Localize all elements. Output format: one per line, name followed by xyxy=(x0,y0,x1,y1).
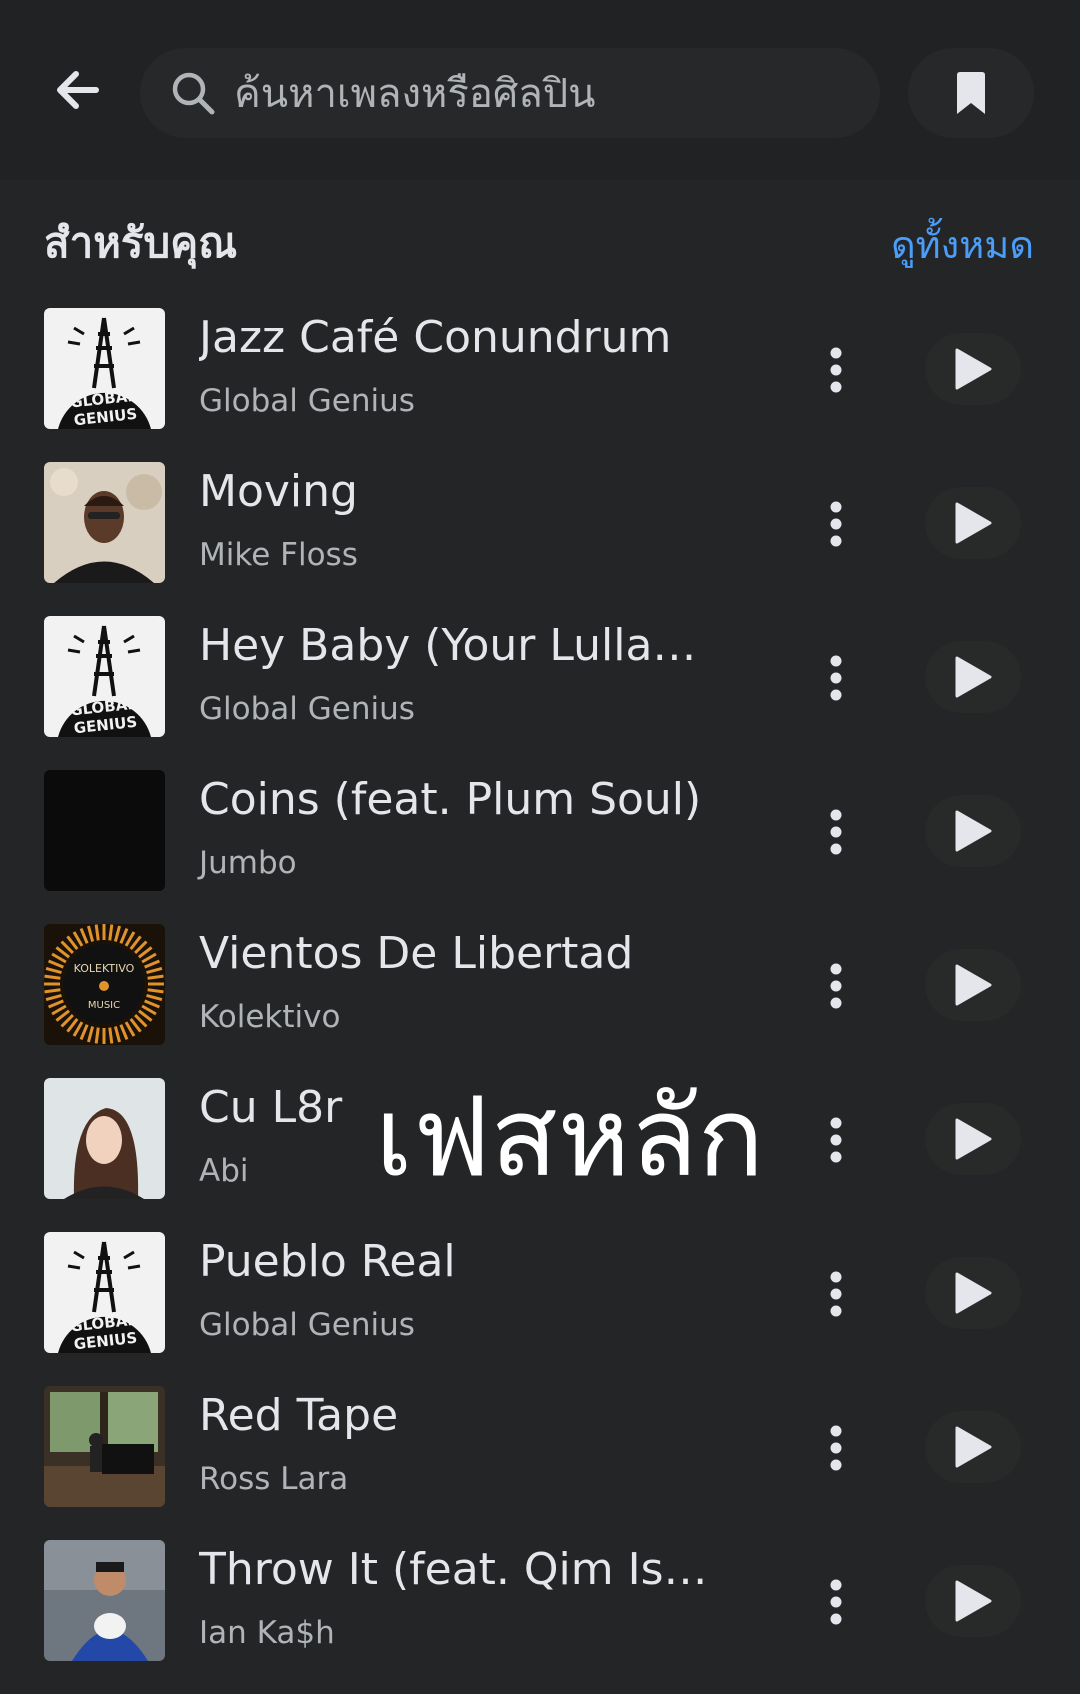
more-vertical-icon xyxy=(830,1271,842,1317)
more-vertical-icon xyxy=(830,1117,842,1163)
more-options-button[interactable] xyxy=(806,792,866,872)
song-title: Throw It (feat. Qim Isle) xyxy=(199,1544,719,1595)
song-title: Coins (feat. Plum Soul) xyxy=(199,774,702,825)
play-icon xyxy=(955,1580,992,1622)
album-art: GLOBAL GENIUS xyxy=(44,616,165,737)
album-art: KOLEKTIVO MUSIC xyxy=(44,924,165,1045)
album-art: GLOBAL GENIUS xyxy=(44,308,165,429)
search-box[interactable] xyxy=(140,48,880,138)
play-icon xyxy=(955,1118,992,1160)
more-vertical-icon xyxy=(830,501,842,547)
song-artist: Abi xyxy=(199,1153,249,1189)
see-all-link[interactable]: ดูทั้งหมด xyxy=(891,214,1034,275)
song-artist: Global Genius xyxy=(199,1307,415,1343)
play-icon xyxy=(955,348,992,390)
more-options-button[interactable] xyxy=(806,1100,866,1180)
arrow-left-icon xyxy=(57,71,99,109)
play-icon xyxy=(955,1426,992,1468)
more-options-button[interactable] xyxy=(806,1254,866,1334)
play-button[interactable] xyxy=(925,487,1021,559)
album-art xyxy=(44,1386,165,1507)
overlay-caption: เฟสหลัก xyxy=(375,1073,765,1201)
search-input[interactable] xyxy=(232,60,856,128)
play-icon xyxy=(955,502,992,544)
search-icon xyxy=(172,72,215,115)
section-title: สำหรับคุณ xyxy=(44,218,238,267)
song-list: GLOBAL GENIUS Jazz Café Conundrum Global… xyxy=(0,308,1080,1694)
song-row[interactable]: GLOBAL GENIUS Jazz Café Conundrum Global… xyxy=(0,308,1080,462)
play-button[interactable] xyxy=(925,1411,1021,1483)
play-button[interactable] xyxy=(925,1565,1021,1637)
more-vertical-icon xyxy=(830,1425,842,1471)
more-options-button[interactable] xyxy=(806,946,866,1026)
more-vertical-icon xyxy=(830,809,842,855)
album-art xyxy=(44,1540,165,1661)
play-button[interactable] xyxy=(925,949,1021,1021)
song-title: Vientos De Libertad xyxy=(199,928,634,979)
more-options-button[interactable] xyxy=(806,484,866,564)
more-options-button[interactable] xyxy=(806,1562,866,1642)
more-options-button[interactable] xyxy=(806,1408,866,1488)
play-button[interactable] xyxy=(925,795,1021,867)
more-vertical-icon xyxy=(830,655,842,701)
play-button[interactable] xyxy=(925,641,1021,713)
song-artist: Global Genius xyxy=(199,383,415,419)
song-title: Red Tape xyxy=(199,1390,399,1441)
album-art: GLOBAL GENIUS xyxy=(44,1232,165,1353)
play-icon xyxy=(955,964,992,1006)
play-icon xyxy=(955,656,992,698)
song-row[interactable]: Coins (feat. Plum Soul) Jumbo xyxy=(0,770,1080,924)
more-vertical-icon xyxy=(830,347,842,393)
play-button[interactable] xyxy=(925,333,1021,405)
song-row[interactable]: GLOBAL GENIUS Pueblo Real Global Genius xyxy=(0,1232,1080,1386)
album-art xyxy=(44,1078,165,1199)
top-bar xyxy=(0,0,1080,180)
song-artist: Ross Lara xyxy=(199,1461,349,1497)
play-icon xyxy=(955,810,992,852)
song-title: Jazz Café Conundrum xyxy=(199,312,672,363)
play-button[interactable] xyxy=(925,1103,1021,1175)
saved-button[interactable] xyxy=(908,48,1034,138)
album-art xyxy=(44,770,165,891)
song-artist: Mike Floss xyxy=(199,537,358,573)
song-artist: Jumbo xyxy=(199,845,297,881)
song-artist: Ian Ka$h xyxy=(199,1615,335,1651)
song-row[interactable]: Throw It (feat. Qim Isle) Ian Ka$h xyxy=(0,1540,1080,1694)
song-title: Moving xyxy=(199,466,358,517)
song-artist: Kolektivo xyxy=(199,999,341,1035)
song-title: Hey Baby (Your Lullaby… xyxy=(199,620,719,671)
song-artist: Global Genius xyxy=(199,691,415,727)
more-options-button[interactable] xyxy=(806,330,866,410)
song-title: Pueblo Real xyxy=(199,1236,456,1287)
play-button[interactable] xyxy=(925,1257,1021,1329)
bookmark-icon xyxy=(957,72,985,114)
play-icon xyxy=(955,1272,992,1314)
song-row[interactable]: GLOBAL GENIUS Hey Baby (Your Lullaby… Gl… xyxy=(0,616,1080,770)
album-art xyxy=(44,462,165,583)
song-row[interactable]: Red Tape Ross Lara xyxy=(0,1386,1080,1540)
song-row[interactable]: Moving Mike Floss xyxy=(0,462,1080,616)
back-button[interactable] xyxy=(50,62,106,118)
more-options-button[interactable] xyxy=(806,638,866,718)
more-vertical-icon xyxy=(830,1579,842,1625)
more-vertical-icon xyxy=(830,963,842,1009)
svg-text:KOLEKTIVO: KOLEKTIVO xyxy=(74,962,135,975)
svg-text:MUSIC: MUSIC xyxy=(88,1000,120,1011)
